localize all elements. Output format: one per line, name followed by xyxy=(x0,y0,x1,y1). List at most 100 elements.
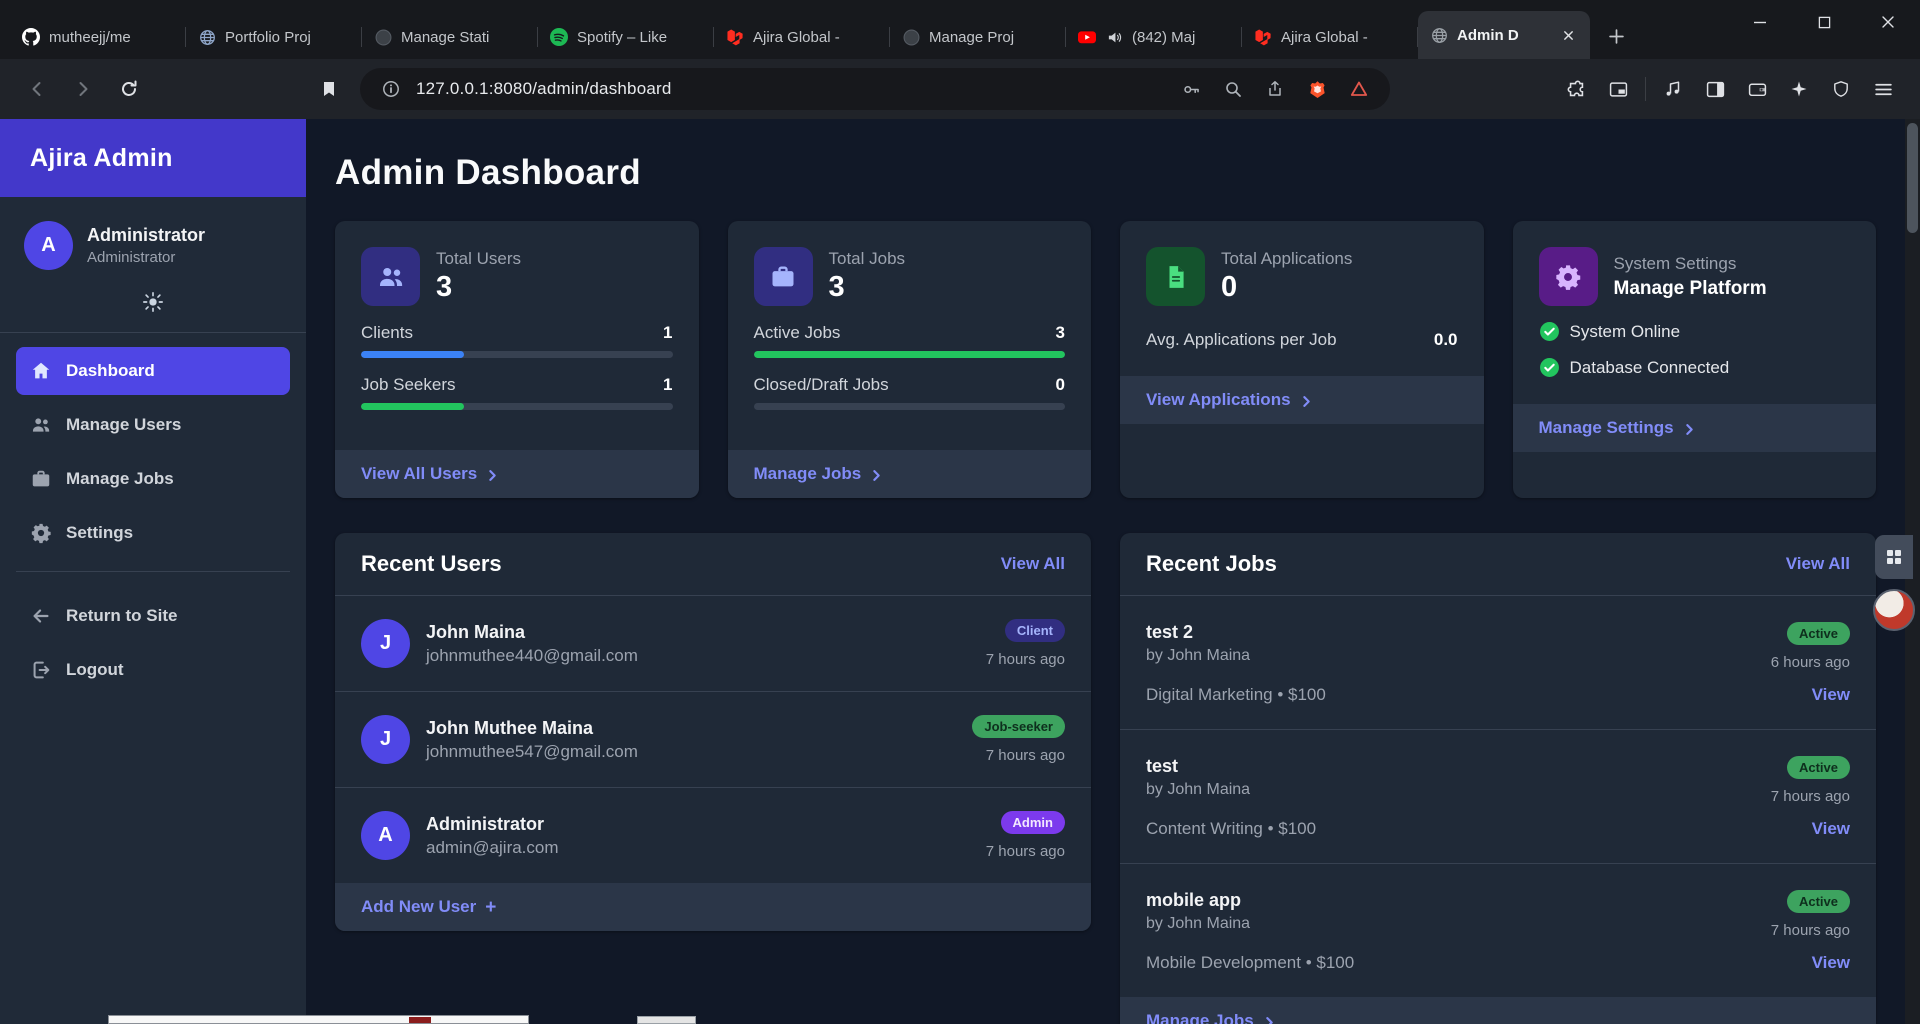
view-all-jobs-link[interactable]: View All xyxy=(1786,554,1850,574)
window-controls xyxy=(1728,0,1920,44)
strip-label: Add New User xyxy=(361,897,476,917)
job-title: test 2 xyxy=(1146,622,1250,643)
picture-in-picture-icon[interactable] xyxy=(1597,68,1639,110)
forward-button[interactable] xyxy=(62,68,104,110)
tab-ajira-global-1[interactable]: Ajira Global - xyxy=(714,15,890,59)
wallet-icon[interactable] xyxy=(1736,68,1778,110)
user-list-item[interactable]: A Administrator admin@ajira.com Admin 7 … xyxy=(335,787,1091,883)
scrollbar-thumb[interactable] xyxy=(1907,123,1918,233)
site-info-icon[interactable] xyxy=(374,72,408,106)
user-list-item[interactable]: J John Muthee Maina johnmuthee547@gmail.… xyxy=(335,691,1091,787)
sidebar-nav: Dashboard Manage Users Manage Jobs Setti… xyxy=(0,341,306,557)
floating-grid-button[interactable] xyxy=(1875,535,1913,579)
tab-manage-stations[interactable]: Manage Stati xyxy=(362,15,538,59)
rewards-shield-icon[interactable] xyxy=(1820,68,1862,110)
status-badge: Active xyxy=(1787,890,1850,913)
search-icon[interactable] xyxy=(1216,72,1250,106)
tab-youtube[interactable]: (842) Maj xyxy=(1066,15,1242,59)
view-job-link[interactable]: View xyxy=(1812,819,1850,839)
job-title: mobile app xyxy=(1146,890,1250,911)
address-bar[interactable]: 127.0.0.1:8080/admin/dashboard xyxy=(360,68,1390,110)
view-job-link[interactable]: View xyxy=(1812,685,1850,705)
strip-label: View All Users xyxy=(361,464,477,484)
manage-settings-link[interactable]: Manage Settings xyxy=(1513,404,1877,452)
url-text[interactable]: 127.0.0.1:8080/admin/dashboard xyxy=(416,79,1166,99)
tab-label: Ajira Global - xyxy=(753,29,878,46)
window-maximize-button[interactable] xyxy=(1792,0,1856,44)
profile-block: A Administrator Administrator xyxy=(0,197,306,278)
tab-audio-icon[interactable] xyxy=(1105,28,1123,46)
sidebar-item-label: Return to Site xyxy=(66,606,177,626)
view-all-users-link[interactable]: View All Users xyxy=(335,450,699,498)
brave-shields-icon[interactable] xyxy=(1300,72,1334,106)
sidebar-item-manage-jobs[interactable]: Manage Jobs xyxy=(16,455,290,503)
menu-hamburger-icon[interactable] xyxy=(1862,68,1904,110)
sidebar-item-label: Dashboard xyxy=(66,361,155,381)
job-poster: by John Maina xyxy=(1146,915,1250,933)
profile-name: Administrator xyxy=(87,225,205,246)
leo-sparkle-icon[interactable] xyxy=(1778,68,1820,110)
users-icon xyxy=(361,247,420,306)
tab-close-icon[interactable] xyxy=(1558,25,1578,45)
window-close-button[interactable] xyxy=(1856,0,1920,44)
sidebar-item-settings[interactable]: Settings xyxy=(16,509,290,557)
back-button[interactable] xyxy=(16,68,58,110)
brand-title: Ajira Admin xyxy=(0,119,306,197)
job-list-item[interactable]: test by John Maina Active 7 hours ago Co… xyxy=(1120,729,1876,863)
window-minimize-button[interactable] xyxy=(1728,0,1792,44)
sidebar-item-logout[interactable]: Logout xyxy=(16,646,290,694)
briefcase-icon xyxy=(30,468,52,490)
tab-portfolio[interactable]: Portfolio Proj xyxy=(186,15,362,59)
timestamp: 7 hours ago xyxy=(986,747,1065,764)
floating-avatar-button[interactable] xyxy=(1873,589,1915,631)
check-circle-icon xyxy=(1539,321,1560,342)
sidebar-secondary-nav: Return to Site Logout xyxy=(0,586,306,694)
manage-jobs-link[interactable]: Manage Jobs xyxy=(728,450,1092,498)
user-email: johnmuthee547@gmail.com xyxy=(426,742,638,762)
tab-spotify[interactable]: Spotify – Like xyxy=(538,15,714,59)
job-category-price: Content Writing • $100 xyxy=(1146,819,1316,839)
side-panel-icon[interactable] xyxy=(1694,68,1736,110)
tab-ajira-global-2[interactable]: Ajira Global - xyxy=(1242,15,1418,59)
sidebar-item-return-to-site[interactable]: Return to Site xyxy=(16,592,290,640)
stat-label: Total Applications xyxy=(1221,249,1352,269)
chevron-right-icon xyxy=(1263,1016,1276,1024)
user-email: admin@ajira.com xyxy=(426,838,559,858)
view-applications-link[interactable]: View Applications xyxy=(1120,376,1484,424)
theme-toggle-sun-icon[interactable] xyxy=(133,282,173,322)
key-icon[interactable] xyxy=(1174,72,1208,106)
sidebar-item-manage-users[interactable]: Manage Users xyxy=(16,401,290,449)
tab-manage-projects[interactable]: Manage Proj xyxy=(890,15,1066,59)
timestamp: 7 hours ago xyxy=(986,651,1065,668)
manage-jobs-link[interactable]: Manage Jobs xyxy=(1120,997,1876,1024)
reload-button[interactable] xyxy=(108,68,150,110)
media-note-icon[interactable] xyxy=(1652,68,1694,110)
document-icon xyxy=(1146,247,1205,306)
add-new-user-button[interactable]: Add New User + xyxy=(335,883,1091,931)
chevron-right-icon xyxy=(1683,423,1696,436)
stat-row-value: 0 xyxy=(1056,375,1065,395)
new-tab-button[interactable] xyxy=(1598,18,1634,54)
site-favicon xyxy=(902,28,920,46)
extensions-puzzle-icon[interactable] xyxy=(1555,68,1597,110)
progress-track xyxy=(361,403,673,410)
timestamp: 7 hours ago xyxy=(986,843,1065,860)
stat-row-label: Active Jobs xyxy=(754,323,841,343)
sidebar-divider xyxy=(16,571,290,572)
sidebar-item-dashboard[interactable]: Dashboard xyxy=(16,347,290,395)
extension-triangle-icon[interactable] xyxy=(1342,72,1376,106)
timestamp: 7 hours ago xyxy=(1771,788,1850,805)
view-all-users-link[interactable]: View All xyxy=(1001,554,1065,574)
bookmark-icon[interactable] xyxy=(308,68,350,110)
globe-icon xyxy=(1430,26,1448,44)
tab-github[interactable]: mutheejj/me xyxy=(10,15,186,59)
user-list-item[interactable]: J John Maina johnmuthee440@gmail.com Cli… xyxy=(335,596,1091,691)
tab-label: mutheejj/me xyxy=(49,29,174,46)
chevron-right-icon xyxy=(486,469,499,482)
view-job-link[interactable]: View xyxy=(1812,953,1850,973)
job-list-item[interactable]: mobile app by John Maina Active 7 hours … xyxy=(1120,863,1876,997)
share-icon[interactable] xyxy=(1258,72,1292,106)
job-list-item[interactable]: test 2 by John Maina Active 6 hours ago … xyxy=(1120,596,1876,729)
tab-admin-dashboard[interactable]: Admin D xyxy=(1418,11,1590,59)
dashboard-grid: Total Users 3 Clients 1 xyxy=(335,221,1876,1024)
